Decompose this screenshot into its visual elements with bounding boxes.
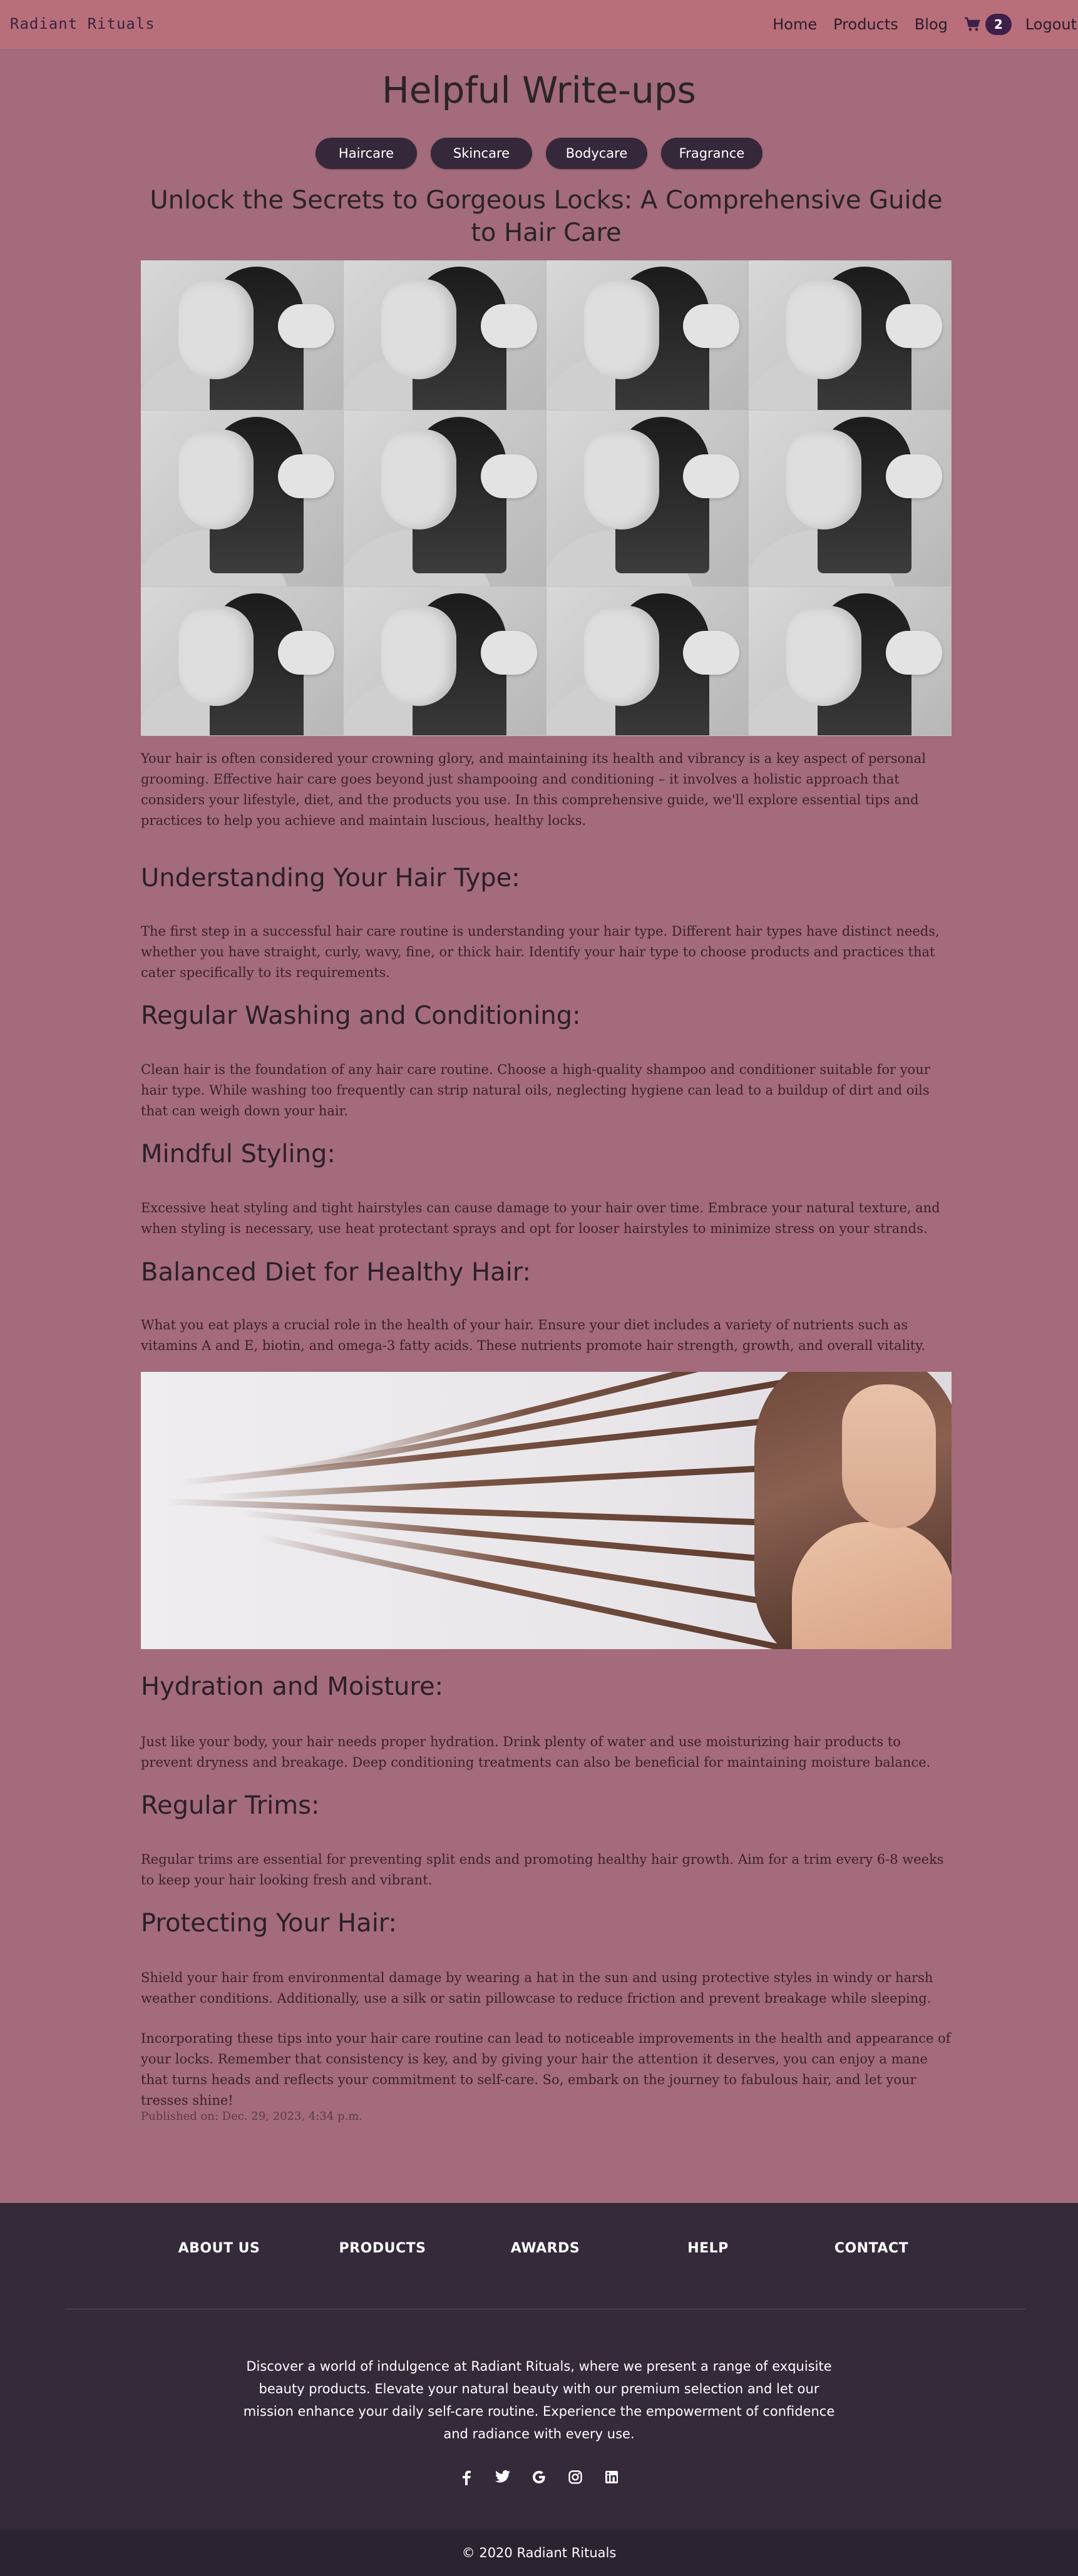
category-haircare-button[interactable]: Haircare	[316, 138, 417, 169]
linkedin-icon[interactable]	[593, 2470, 630, 2485]
nav-link-products[interactable]: Products	[833, 16, 898, 33]
section-body: Shield your hair from environmental dama…	[141, 1970, 933, 2006]
collage-tile	[546, 260, 749, 411]
category-fragrance-button[interactable]: Fragrance	[661, 138, 762, 169]
footer-description: Discover a world of indulgence at Radian…	[243, 2359, 835, 2441]
flowing-hair-model-image	[141, 1372, 952, 1649]
google-icon[interactable]	[521, 2470, 557, 2485]
twitter-icon[interactable]	[485, 2470, 521, 2485]
article-title: Unlock the Secrets to Gorgeous Locks: A …	[150, 186, 943, 247]
section-body: Clean hair is the foundation of any hair…	[141, 1062, 930, 1118]
section-heading: Hydration and Moisture:	[141, 1672, 444, 1701]
collage-tile	[343, 587, 547, 736]
section-heading: Protecting Your Hair:	[141, 1909, 398, 1938]
category-skincare-button[interactable]: Skincare	[431, 138, 532, 169]
section-heading: Regular Washing and Conditioning:	[141, 1001, 581, 1030]
facebook-icon[interactable]	[448, 2470, 485, 2485]
section-body: The first step in a successful hair care…	[141, 924, 940, 980]
collage-tile	[749, 411, 952, 587]
instagram-icon[interactable]	[557, 2470, 593, 2485]
footer-link-about-us[interactable]: ABOUT US	[157, 2241, 282, 2256]
page-title: Helpful Write-ups	[382, 69, 696, 111]
navbar: Radiant Rituals Home Products Blog 2 Log…	[0, 0, 1078, 49]
collage-tile	[749, 587, 952, 736]
article-intro: Your hair is often considered your crown…	[141, 751, 926, 828]
category-filters: Haircare Skincare Bodycare Fragrance	[0, 138, 1078, 169]
collage-tile	[546, 411, 749, 587]
nav-link-home[interactable]: Home	[773, 16, 817, 33]
brand-logo[interactable]: Radiant Rituals	[10, 15, 155, 33]
footer-link-products[interactable]: PRODUCTS	[320, 2241, 445, 2256]
copyright-bar: © 2020 Radiant Rituals	[0, 2530, 1078, 2576]
footer-link-contact[interactable]: CONTACT	[809, 2241, 934, 2256]
published-date: Published on: Dec. 29, 2023, 4:34 p.m.	[141, 2110, 363, 2123]
collage-tile	[141, 411, 344, 587]
article-conclusion: Incorporating these tips into your hair …	[141, 2031, 951, 2108]
cart-icon	[964, 17, 980, 31]
logout-link[interactable]: Logout	[1025, 16, 1077, 33]
section-body: Just like your body, your hair needs pro…	[141, 1734, 931, 1770]
section-body: Excessive heat styling and tight hairsty…	[141, 1200, 940, 1236]
hair-cutting-collage-image	[141, 260, 952, 736]
category-bodycare-button[interactable]: Bodycare	[546, 138, 647, 169]
footer-link-help[interactable]: HELP	[645, 2241, 771, 2256]
collage-tile	[749, 260, 952, 411]
section-body: What you eat plays a crucial role in the…	[141, 1317, 926, 1353]
collage-tile	[141, 587, 344, 736]
collage-tile	[343, 411, 547, 587]
cart-button[interactable]: 2	[964, 14, 1012, 35]
collage-tile	[141, 260, 344, 411]
footer-link-awards[interactable]: AWARDS	[483, 2241, 608, 2256]
cart-count-badge: 2	[985, 14, 1012, 35]
nav-links: Home Products Blog 2 Logout	[773, 14, 1078, 35]
collage-tile	[343, 260, 547, 411]
section-heading: Regular Trims:	[141, 1791, 320, 1820]
social-links	[0, 2470, 1078, 2485]
footer: ABOUT US PRODUCTS AWARDS HELP CONTACT Di…	[0, 2203, 1078, 2530]
section-heading: Balanced Diet for Healthy Hair:	[141, 1258, 531, 1287]
collage-tile	[546, 587, 749, 736]
section-heading: Understanding Your Hair Type:	[141, 864, 520, 892]
section-heading: Mindful Styling:	[141, 1140, 336, 1168]
section-body: Regular trims are essential for preventi…	[141, 1852, 944, 1888]
nav-link-blog[interactable]: Blog	[915, 16, 948, 33]
